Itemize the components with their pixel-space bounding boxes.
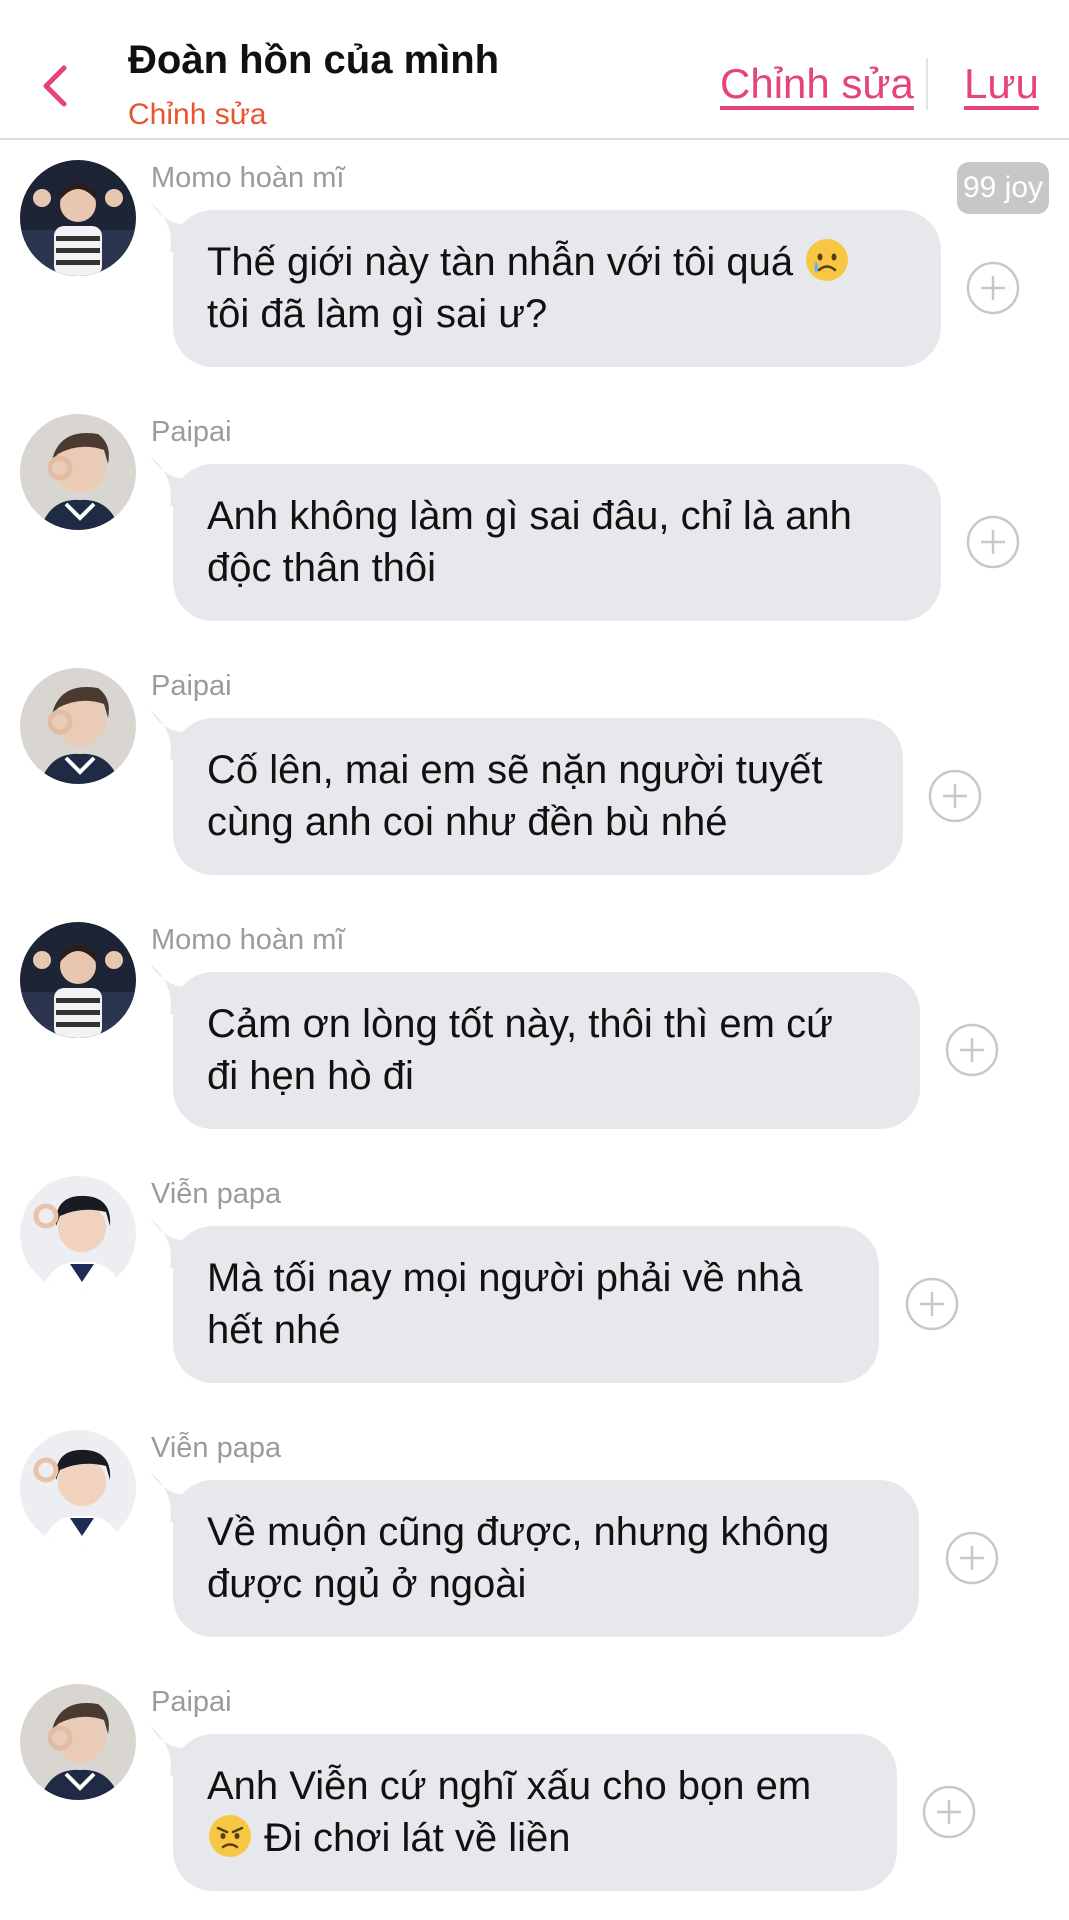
message-line: Cảm ơn lòng tốt này, thôi thì em cứ bbox=[207, 1002, 833, 1046]
plus-circle-icon bbox=[966, 261, 1020, 315]
sender-name: Viễn papa bbox=[151, 1178, 282, 1210]
message-line: đi hẹn hò đi bbox=[207, 1054, 414, 1098]
message-item: Viễn papa Về muộn cũng được, nhưng không… bbox=[0, 1410, 1069, 1664]
plus-circle-icon bbox=[966, 515, 1020, 569]
edit-button[interactable]: Chỉnh sửa bbox=[720, 60, 914, 108]
add-reaction-button[interactable] bbox=[966, 515, 1020, 569]
message-line: Đi chơi lát về liền bbox=[207, 1812, 863, 1864]
message-item: Paipai Cố lên, mai em sẽ nặn người tuyết… bbox=[0, 648, 1069, 902]
message-item: Paipai Anh không làm gì sai đâu, chỉ là … bbox=[0, 394, 1069, 648]
message-item: Viễn papa Mà tối nay mọi người phải về n… bbox=[0, 1156, 1069, 1410]
angry-face-emoji bbox=[207, 1813, 253, 1859]
avatar-momo-icon bbox=[20, 922, 136, 1038]
avatar-paipai-icon bbox=[20, 414, 136, 530]
message-line: Mà tối nay mọi người phải về nhà bbox=[207, 1256, 803, 1300]
reaction-count-badge: 99 joy bbox=[957, 162, 1049, 214]
header-divider bbox=[926, 58, 928, 110]
message-line: tôi đã làm gì sai ư? bbox=[207, 292, 548, 336]
sender-name: Paipai bbox=[151, 670, 232, 702]
sender-name: Viễn papa bbox=[151, 1432, 282, 1464]
save-button[interactable]: Lưu bbox=[964, 60, 1039, 108]
chevron-left-icon bbox=[43, 65, 67, 107]
avatar-paipai-icon bbox=[20, 1684, 136, 1800]
message-bubble[interactable]: Về muộn cũng được, nhưng không được ngủ … bbox=[173, 1480, 919, 1637]
add-reaction-button[interactable] bbox=[928, 769, 982, 823]
message-bubble[interactable]: Cảm ơn lòng tốt này, thôi thì em cứ đi h… bbox=[173, 972, 920, 1129]
avatar[interactable] bbox=[20, 414, 136, 530]
plus-circle-icon bbox=[928, 769, 982, 823]
message-item: Momo hoàn mĩ Thế giới này tàn nhẫn với t… bbox=[0, 140, 1069, 394]
message-bubble[interactable]: Anh không làm gì sai đâu, chỉ là anh độc… bbox=[173, 464, 941, 621]
avatar-vien-icon bbox=[20, 1176, 136, 1292]
plus-circle-icon bbox=[945, 1531, 999, 1585]
add-reaction-button[interactable] bbox=[922, 1785, 976, 1839]
message-line: độc thân thôi bbox=[207, 546, 437, 590]
back-button[interactable] bbox=[36, 58, 76, 114]
add-reaction-button[interactable] bbox=[905, 1277, 959, 1331]
page-title: Đoàn hồn của mình bbox=[128, 38, 500, 82]
message-line: cùng anh coi như đền bù nhé bbox=[207, 800, 728, 844]
plus-circle-icon bbox=[922, 1785, 976, 1839]
message-bubble[interactable]: Cố lên, mai em sẽ nặn người tuyết cùng a… bbox=[173, 718, 903, 875]
avatar-momo-icon bbox=[20, 160, 136, 276]
page-subtitle: Chỉnh sửa bbox=[128, 98, 267, 131]
message-line: hết nhé bbox=[207, 1308, 341, 1352]
message-item: Paipai Anh Viễn cứ nghĩ xấu cho bọn em Đ… bbox=[0, 1664, 1069, 1918]
message-line: Anh Viễn cứ nghĩ xấu cho bọn em bbox=[207, 1764, 812, 1808]
message-line: Cố lên, mai em sẽ nặn người tuyết bbox=[207, 748, 823, 792]
message-bubble[interactable]: Anh Viễn cứ nghĩ xấu cho bọn em Đi chơi … bbox=[173, 1734, 897, 1891]
avatar[interactable] bbox=[20, 668, 136, 784]
avatar-paipai-icon bbox=[20, 668, 136, 784]
crying-face-emoji bbox=[804, 237, 850, 283]
sender-name: Paipai bbox=[151, 416, 232, 448]
plus-circle-icon bbox=[945, 1023, 999, 1077]
avatar[interactable] bbox=[20, 1430, 136, 1546]
sender-name: Paipai bbox=[151, 1686, 232, 1718]
message-bubble[interactable]: Mà tối nay mọi người phải về nhà hết nhé bbox=[173, 1226, 879, 1383]
avatar[interactable] bbox=[20, 1684, 136, 1800]
message-bubble[interactable]: Thế giới này tàn nhẫn với tôi quá tôi đã… bbox=[173, 210, 941, 367]
top-bar: Đoàn hồn của mình Chỉnh sửa Chỉnh sửa Lư… bbox=[0, 0, 1069, 140]
add-reaction-button[interactable] bbox=[966, 261, 1020, 315]
message-line: Thế giới này tàn nhẫn với tôi quá bbox=[207, 236, 907, 288]
message-line: Về muộn cũng được, nhưng không bbox=[207, 1510, 830, 1554]
add-reaction-button[interactable] bbox=[945, 1023, 999, 1077]
avatar[interactable] bbox=[20, 160, 136, 276]
add-reaction-button[interactable] bbox=[945, 1531, 999, 1585]
plus-circle-icon bbox=[905, 1277, 959, 1331]
message-line: được ngủ ở ngoài bbox=[207, 1562, 527, 1606]
sender-name: Momo hoàn mĩ bbox=[151, 162, 345, 194]
message-item: Momo hoàn mĩ Cảm ơn lòng tốt này, thôi t… bbox=[0, 902, 1069, 1156]
message-line: Anh không làm gì sai đâu, chỉ là anh bbox=[207, 494, 852, 538]
avatar-vien-icon bbox=[20, 1430, 136, 1546]
avatar[interactable] bbox=[20, 1176, 136, 1292]
sender-name: Momo hoàn mĩ bbox=[151, 924, 345, 956]
avatar[interactable] bbox=[20, 922, 136, 1038]
